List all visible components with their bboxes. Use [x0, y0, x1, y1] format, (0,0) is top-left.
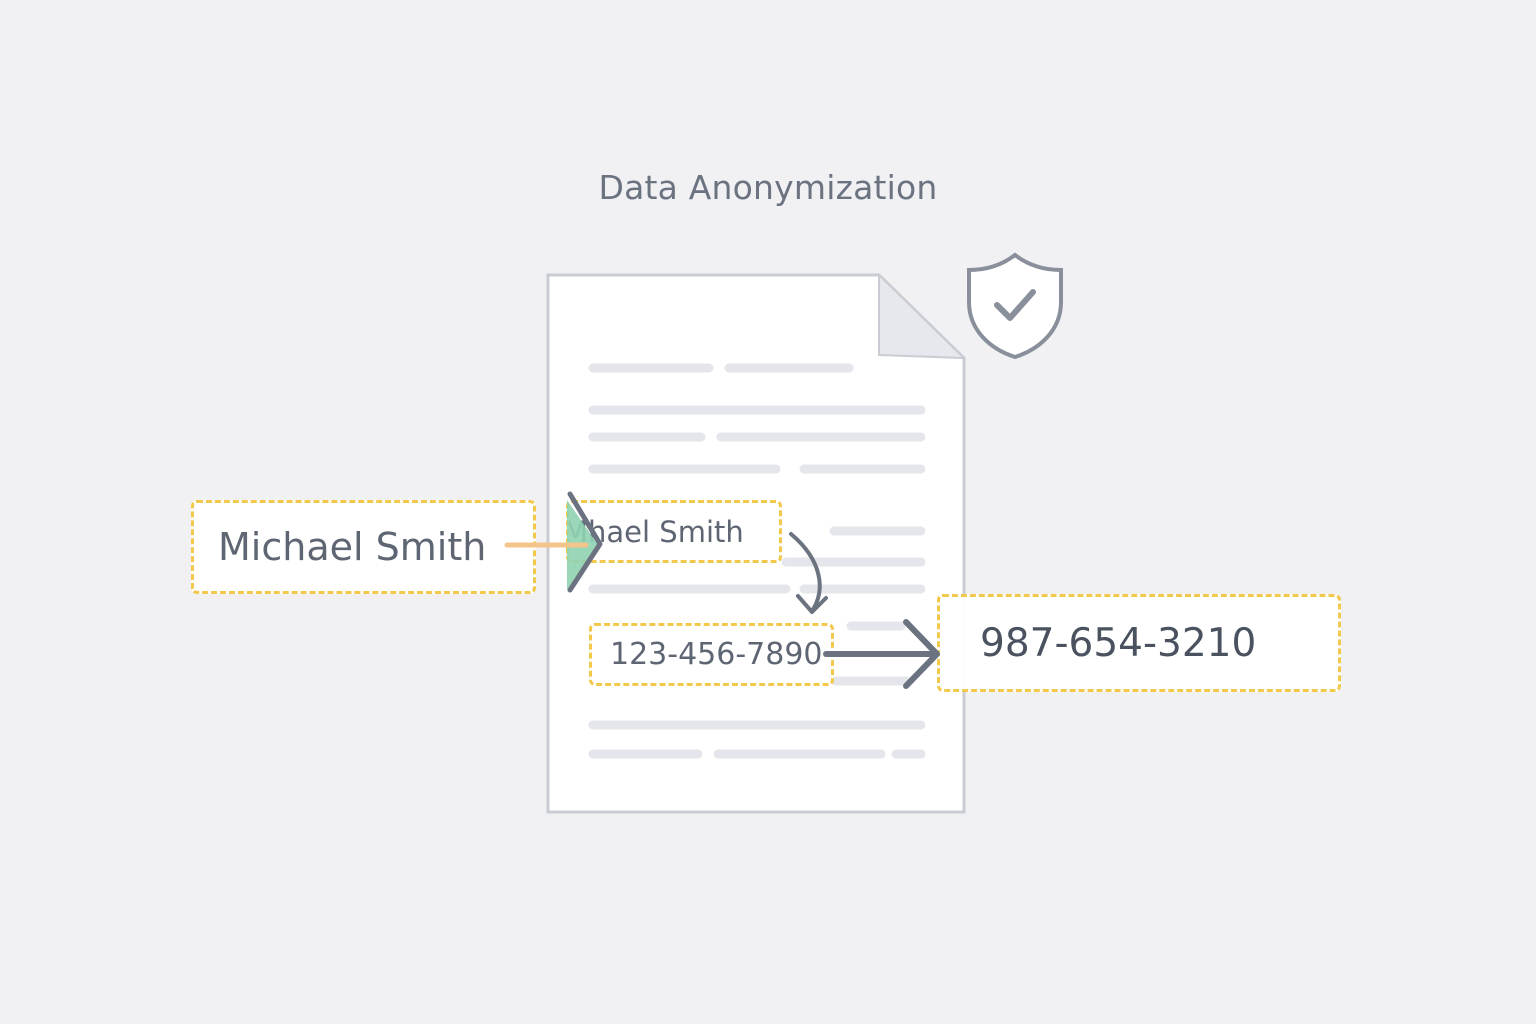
- diagram-title: Data Anonymization: [598, 168, 938, 207]
- masked-name-label: Mhael Smith: [566, 514, 744, 549]
- original-name-label: Michael Smith: [218, 525, 487, 569]
- replacement-phone-label: 987-654-3210: [980, 620, 1257, 666]
- shield-check-icon: [967, 252, 1063, 360]
- original-phone-field: 123-456-7890: [589, 623, 834, 686]
- replacement-phone-field: 987-654-3210: [937, 594, 1341, 692]
- original-name-field: Michael Smith: [191, 500, 536, 594]
- masked-name-field: Mhael Smith: [566, 500, 782, 563]
- original-phone-label: 123-456-7890: [610, 637, 823, 672]
